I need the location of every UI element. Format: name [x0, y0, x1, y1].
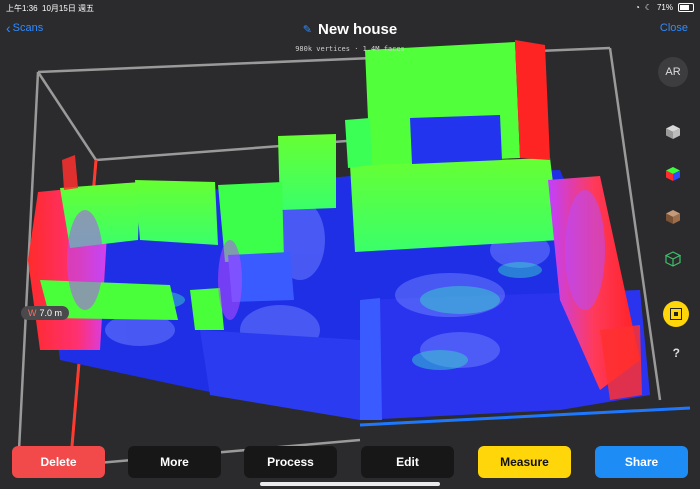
battery-percent: 71% — [656, 3, 673, 12]
cube-gray-icon[interactable] — [665, 124, 681, 140]
scan-viewport[interactable] — [0, 0, 700, 489]
status-time: 上午1:36 10月15日 週五 — [6, 4, 95, 13]
home-indicator[interactable] — [260, 482, 440, 486]
navigation-bar: ‹ Scans ✎ New house Close — [0, 16, 700, 42]
delete-button[interactable]: Delete — [12, 446, 105, 478]
bottom-toolbar: Delete More Process Edit Measure Share — [12, 446, 688, 478]
pencil-icon[interactable]: ✎ — [303, 23, 312, 36]
more-button[interactable]: More — [128, 446, 221, 478]
measurement-value: 7.0 m — [39, 308, 63, 318]
moon-icon: ☾ — [644, 3, 652, 12]
wireframe-cube-icon[interactable] — [665, 251, 681, 267]
edit-button[interactable]: Edit — [361, 446, 454, 478]
battery-icon — [678, 3, 694, 12]
help-icon[interactable]: ? — [673, 346, 680, 360]
wifi-icon: ◔ — [634, 3, 640, 12]
cube-color-icon[interactable] — [665, 166, 681, 182]
status-bar: 上午1:36 10月15日 週五 ◔ ☾ 71% — [0, 0, 700, 14]
ar-button[interactable]: AR — [658, 57, 688, 87]
measure-button[interactable]: Measure — [478, 446, 571, 478]
page-title[interactable]: New house — [318, 21, 397, 38]
mesh-stats: 980k vertices · 1.4M faces — [295, 45, 405, 53]
title-area: ✎ New house — [0, 20, 700, 38]
width-measurement-label: W 7.0 m — [21, 306, 70, 320]
cube-texture-icon[interactable] — [665, 209, 681, 225]
close-button[interactable]: Close — [660, 22, 688, 34]
share-button[interactable]: Share — [595, 446, 688, 478]
measure-tool-icon[interactable] — [663, 301, 689, 327]
scan-mesh-model — [28, 40, 650, 420]
measurement-axis: W — [28, 308, 37, 318]
process-button[interactable]: Process — [244, 446, 337, 478]
